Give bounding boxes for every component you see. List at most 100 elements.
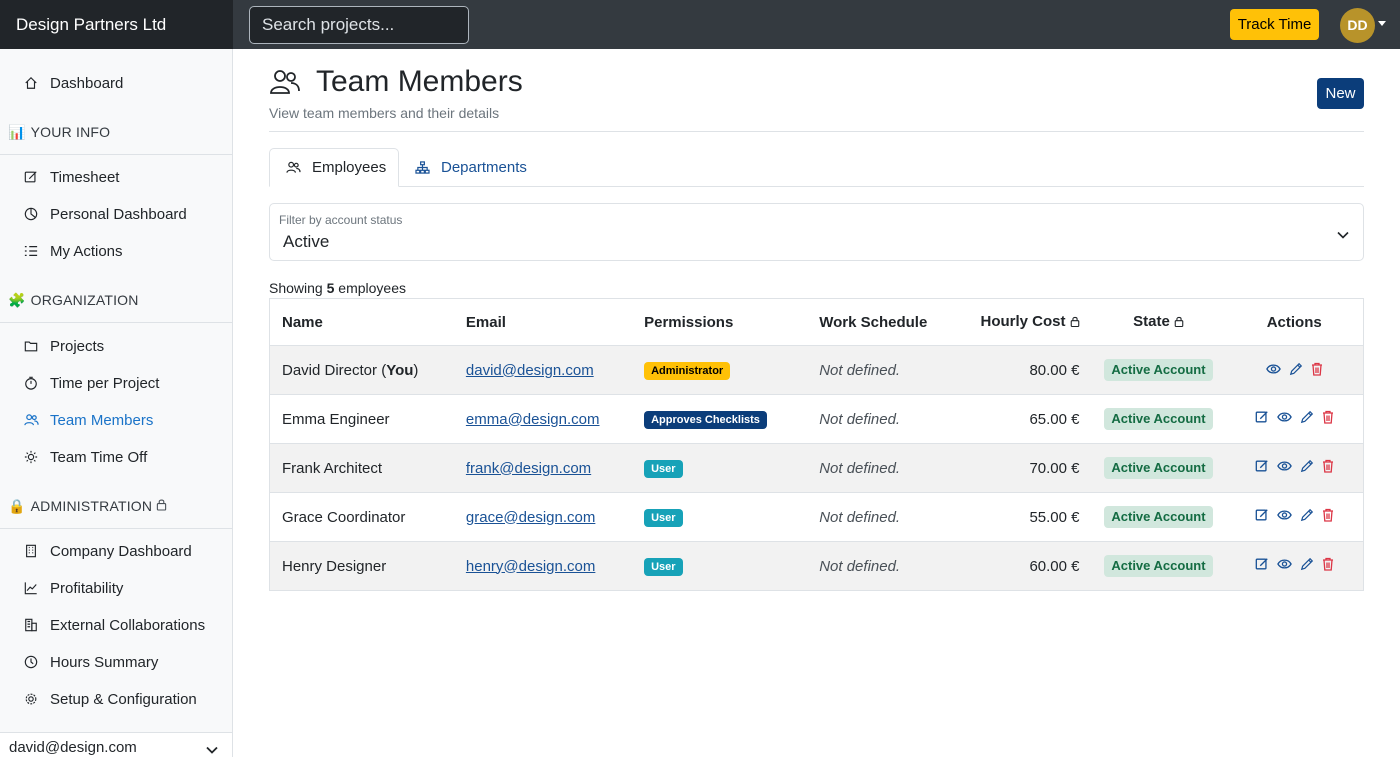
cell-name: Grace Coordinator [269,492,454,542]
section-organization: 🧩 ORGANIZATION [0,278,232,323]
header-label: Hourly Cost [980,312,1066,330]
sidebar-item-external-collaborations[interactable]: External Collaborations [0,610,232,640]
tabs: Employees Departments [269,148,1364,187]
pencil-icon[interactable] [1300,459,1314,473]
cell-actions [1225,541,1364,591]
sidebar-item-label: Team Time Off [50,448,148,466]
sun-icon [23,449,39,465]
pencil-icon[interactable] [1300,508,1314,522]
sidebar-item-team-members[interactable]: Team Members [0,405,232,435]
brand-name[interactable]: Design Partners Ltd [0,0,233,49]
pencil-icon[interactable] [1289,362,1303,376]
divider [269,131,1364,132]
showing-suffix: employees [338,280,406,296]
graph-up-icon [23,580,39,596]
cell-email: henry@design.com [453,541,633,591]
search-input[interactable] [249,6,469,44]
email-link[interactable]: emma@design.com [466,411,600,428]
view-icon[interactable] [1276,558,1292,570]
cell-work-schedule: Not defined. [807,345,952,395]
cell-name: Henry Designer [269,541,454,591]
cell-permissions: User [632,541,808,591]
sidebar-item-projects[interactable]: Projects [0,331,232,361]
section-heading: YOUR INFO [30,124,111,140]
cell-permissions: User [632,492,808,542]
cell-actions [1225,492,1364,542]
column-header-work-schedule[interactable]: Work Schedule [807,298,952,346]
header-label: State [1133,312,1170,330]
tab-departments[interactable]: Departments [399,148,543,187]
people-icon [286,161,301,174]
cell-name: Frank Architect [269,443,454,493]
cell-hourly-cost: 65.00 € [951,394,1092,444]
avatar[interactable]: DD [1340,8,1375,43]
page-subtitle: View team members and their details [269,105,500,121]
pencil-icon[interactable] [1300,410,1314,424]
sidebar-item-label: Dashboard [50,74,124,92]
edit-square-icon[interactable] [1255,410,1269,424]
trash-icon[interactable] [1322,508,1334,522]
status-badge: Active Account [1104,555,1213,577]
sidebar-item-company-dashboard[interactable]: Company Dashboard [0,536,232,566]
sidebar-item-time-per-project[interactable]: Time per Project [0,368,232,398]
sidebar-item-dashboard[interactable]: Dashboard [0,68,232,98]
people-icon [269,68,301,100]
lock-icon [156,498,167,514]
section-heading: ORGANIZATION [30,292,139,308]
sidebar-item-profitability[interactable]: Profitability [0,573,232,603]
view-icon[interactable] [1265,363,1281,375]
email-link[interactable]: david@design.com [466,362,594,379]
building-icon [23,543,39,559]
cell-name: David Director (You) [269,345,454,395]
column-header-actions: Actions [1225,298,1364,346]
trash-icon[interactable] [1322,459,1334,473]
column-header-permissions[interactable]: Permissions [632,298,808,346]
permission-badge: User [644,557,683,576]
pencil-icon[interactable] [1300,557,1314,571]
user-menu-caret-icon[interactable] [1378,21,1386,26]
tab-label: Employees [312,159,387,176]
sidebar-item-setup-configuration[interactable]: Setup & Configuration [0,684,232,714]
lock-emoji-icon: 🔒 [8,497,26,514]
cell-work-schedule: Not defined. [807,541,952,591]
cell-permissions: Administrator [632,345,808,395]
trash-icon[interactable] [1322,557,1334,571]
column-header-hourly-cost[interactable]: Hourly Cost [951,298,1092,346]
trash-icon[interactable] [1322,410,1334,424]
email-link[interactable]: grace@design.com [466,509,595,526]
user-email: david@design.com [9,739,137,756]
sidebar-item-personal-dashboard[interactable]: Personal Dashboard [0,199,232,229]
new-button[interactable]: New [1317,78,1364,109]
email-link[interactable]: frank@design.com [466,460,591,477]
permission-badge: Approves Checklists [644,410,767,429]
trash-icon[interactable] [1311,362,1323,376]
tab-employees[interactable]: Employees [269,148,399,187]
showing-count-text: Showing 5 employees [269,280,406,296]
email-link[interactable]: henry@design.com [466,558,595,575]
edit-square-icon[interactable] [1255,459,1269,473]
track-time-button[interactable]: Track Time [1230,9,1319,40]
table-row: Grace Coordinator grace@design.com User Not… [269,492,1364,542]
employee-name: David Director ( [282,361,387,379]
view-icon[interactable] [1276,460,1292,472]
sidebar-item-team-time-off[interactable]: Team Time Off [0,442,232,472]
view-icon[interactable] [1276,411,1292,423]
column-header-email[interactable]: Email [453,298,633,346]
sidebar-item-timesheet[interactable]: Timesheet [0,162,232,192]
edit-square-icon[interactable] [1255,508,1269,522]
filter-label: Filter by account status [279,213,403,227]
buildings-icon [23,617,39,633]
view-icon[interactable] [1276,509,1292,521]
edit-square-icon[interactable] [1255,557,1269,571]
column-header-state[interactable]: State [1091,298,1226,346]
permission-badge: User [644,508,683,527]
account-status-filter[interactable]: Filter by account status Active [269,203,1364,261]
sidebar-item-hours-summary[interactable]: Hours Summary [0,647,232,677]
column-header-name[interactable]: Name [269,298,454,346]
section-heading: ADMINISTRATION [30,498,153,514]
user-account-select[interactable]: david@design.com [0,732,232,757]
gear-icon [23,691,39,707]
sidebar-item-label: Time per Project [50,374,160,392]
sidebar-item-my-actions[interactable]: My Actions [0,236,232,266]
sidebar-item-label: External Collaborations [50,616,206,634]
